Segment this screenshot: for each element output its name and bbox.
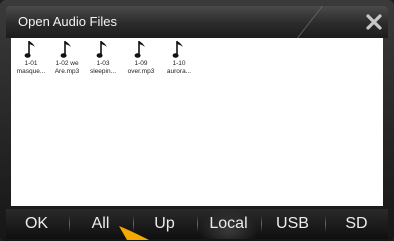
local-label: Local <box>209 215 248 232</box>
close-icon <box>366 14 382 30</box>
close-button[interactable] <box>362 10 386 34</box>
file-name-line1: 1-10 <box>172 60 186 67</box>
file-item[interactable]: 1-01 masque... <box>13 40 49 80</box>
usb-button[interactable]: USB <box>262 209 323 239</box>
title-decoration <box>296 6 353 38</box>
bottom-toolbar: OK All Up Local USB SD <box>6 209 388 239</box>
file-name-line2: masque... <box>16 67 46 75</box>
title-bar: Open Audio Files <box>6 6 388 38</box>
file-name-line1: 1-09 <box>134 60 148 67</box>
sd-button[interactable]: SD <box>326 209 387 239</box>
selection-pointer-icon <box>119 226 149 240</box>
file-name-line2: over.mp3 <box>127 67 155 75</box>
music-note-icon <box>134 41 145 58</box>
dialog-title: Open Audio Files <box>18 14 118 29</box>
file-name-line2: aurora... <box>166 67 192 75</box>
file-list: 1-01 masque... 1-02 we Are.mp3 1-03 slee… <box>11 38 383 206</box>
file-name-line2: sleepin... <box>89 67 117 75</box>
local-button[interactable]: Local <box>198 209 259 239</box>
music-note-icon <box>24 41 35 58</box>
music-note-icon <box>172 41 183 58</box>
file-name-line1: 1-02 we <box>55 60 79 67</box>
file-name-line2: Are.mp3 <box>54 67 80 75</box>
ok-button[interactable]: OK <box>6 209 67 239</box>
file-name-line1: 1-03 <box>96 60 110 67</box>
file-name-line1: 1-01 <box>24 60 38 67</box>
music-note-icon <box>60 41 71 58</box>
file-item[interactable]: 1-09 over.mp3 <box>123 40 159 80</box>
music-note-icon <box>96 41 107 58</box>
file-item[interactable]: 1-10 aurora... <box>161 40 197 80</box>
file-item[interactable]: 1-02 we Are.mp3 <box>49 40 85 80</box>
file-item[interactable]: 1-03 sleepin... <box>85 40 121 80</box>
dialog-frame: Open Audio Files 1-01 masque... 1-02 we <box>0 0 394 241</box>
